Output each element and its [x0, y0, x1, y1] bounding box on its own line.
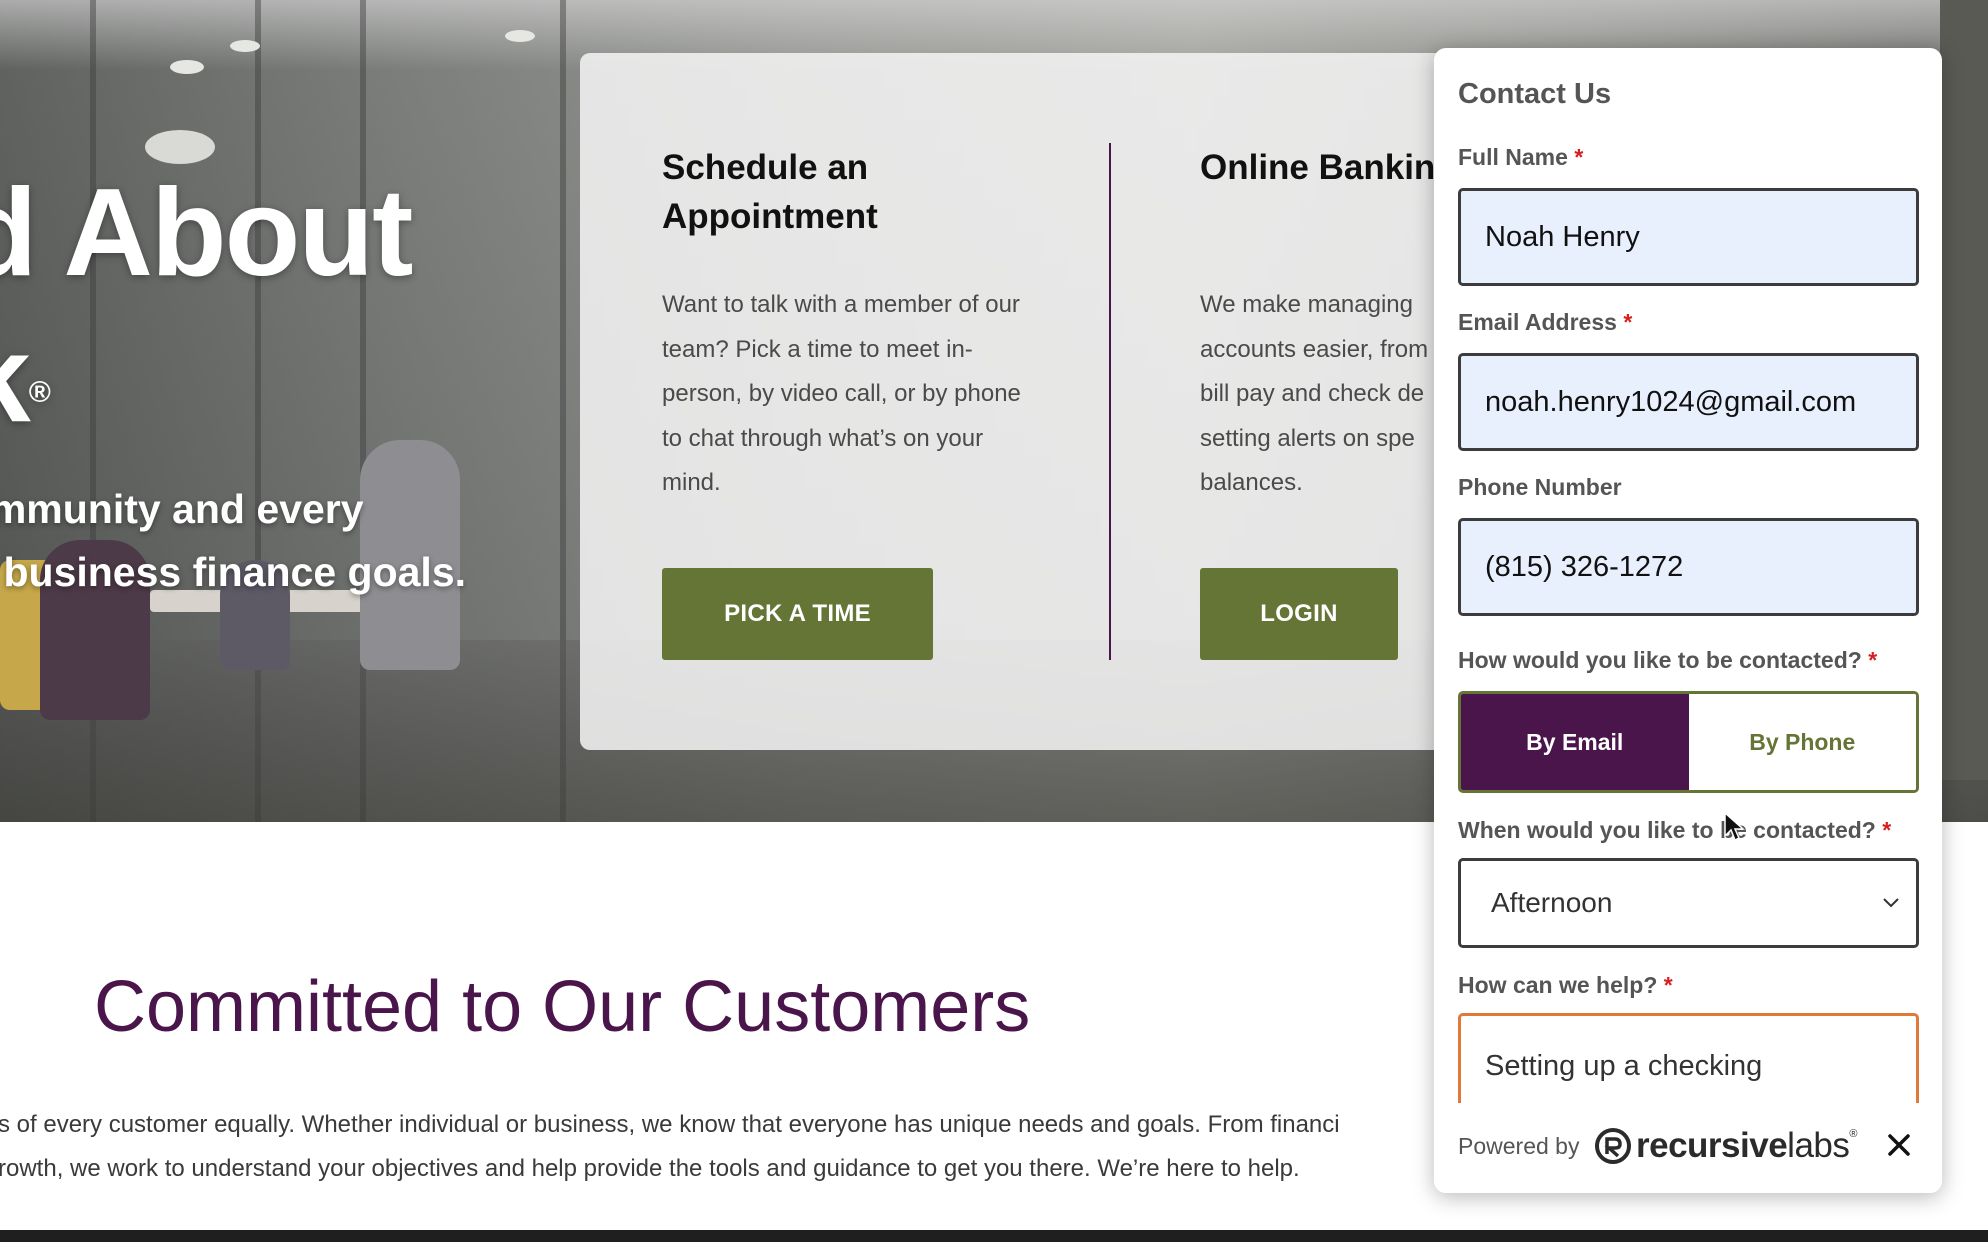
online-banking-card-title: Online Banking [1200, 148, 1457, 187]
hero-subtitle: community and every nd business finance … [0, 478, 466, 604]
hero-edge [1940, 0, 1988, 780]
hero-subtitle-line1: community and every [0, 486, 364, 532]
help-label: How can we help? * [1458, 972, 1673, 998]
login-button[interactable]: LOGIN [1200, 568, 1398, 660]
contact-time-label: When would you like to be contacted? * [1458, 817, 1892, 843]
contact-time-value: Afternoon [1491, 887, 1613, 918]
by-phone-option[interactable]: By Phone [1688, 694, 1916, 790]
brand-name-bold: recursive [1636, 1126, 1788, 1165]
cursor-icon [1724, 812, 1745, 842]
pendant-lamp [145, 130, 215, 164]
contact-widget-title: Contact Us [1458, 78, 1612, 110]
full-name-label: Full Name * [1458, 144, 1584, 170]
full-name-input[interactable]: Noah Henry [1458, 188, 1919, 286]
powered-by-text: Powered by [1458, 1133, 1580, 1159]
brand-name-light: labs [1787, 1126, 1850, 1165]
committed-heading: Committed to Our Customers [94, 967, 1031, 1047]
brand-registered-mark: ® [1849, 1128, 1858, 1140]
hero-title-line1: od About [0, 164, 413, 302]
feature-cards-panel: Schedule an Appointment Want to talk with… [580, 53, 1580, 750]
phone-input[interactable]: (815) 326-1272 [1458, 518, 1919, 616]
by-email-option[interactable]: By Email [1461, 694, 1689, 790]
contact-method-toggle: By Email By Phone [1458, 691, 1919, 793]
close-icon [1888, 1134, 1910, 1156]
hero-title: od About nk® [0, 160, 413, 452]
recursivelabs-logo-icon [1595, 1128, 1631, 1164]
contact-time-select[interactable]: Afternoon [1458, 858, 1919, 948]
hero-title-line2: nk [0, 310, 31, 448]
appointment-card-title: Schedule an Appointment [662, 148, 878, 236]
pick-a-time-button[interactable]: PICK A TIME [662, 568, 933, 660]
appointment-card-text: Want to talk with a member of our team? … [662, 291, 1021, 496]
email-input[interactable]: noah.henry1024@gmail.com [1458, 353, 1919, 451]
registered-mark: ® [28, 376, 51, 409]
hero-subtitle-line2: nd business finance goals. [0, 549, 467, 595]
cards-divider [1109, 143, 1111, 660]
email-label: Email Address * [1458, 309, 1633, 335]
ceiling-lamp [505, 30, 535, 42]
committed-paragraph-line1: s of every customer equally. Whether ind… [0, 1111, 1340, 1138]
contact-method-label: How would you like to be contacted? * [1458, 647, 1878, 673]
close-widget-button[interactable] [1882, 1128, 1916, 1162]
recursivelabs-logo[interactable]: recursivelabs ® [1594, 1126, 1858, 1166]
bottom-edge [0, 1230, 1988, 1242]
ceiling-lamp [230, 40, 260, 52]
phone-label: Phone Number [1458, 474, 1622, 500]
ceiling-lamp [170, 60, 204, 74]
committed-paragraph-line2: rowth, we work to understand your object… [0, 1155, 1300, 1182]
contact-us-widget: Contact Us Full Name * Noah Henry Email … [1434, 48, 1942, 1193]
chevron-down-icon [1883, 898, 1899, 908]
